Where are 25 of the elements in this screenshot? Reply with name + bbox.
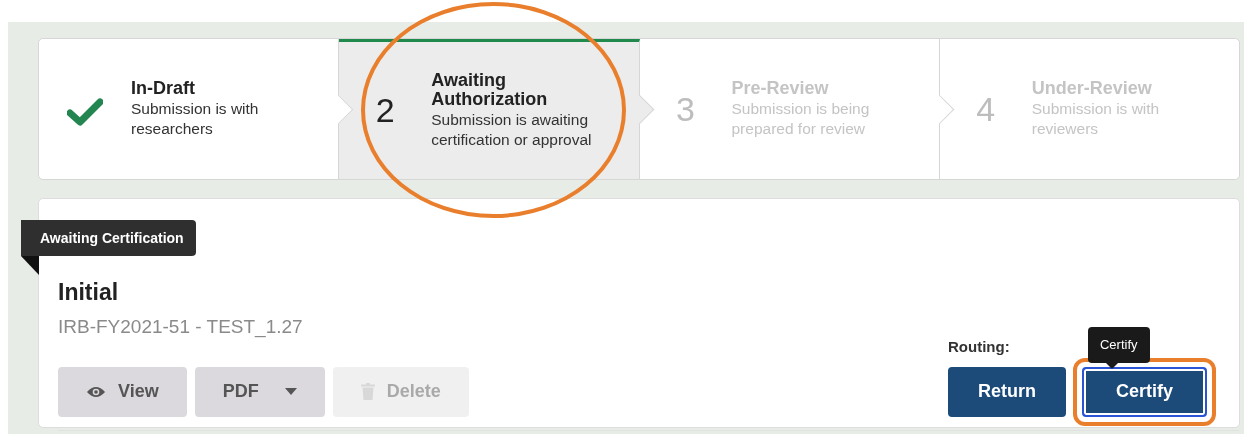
step-title: In-Draft — [131, 78, 196, 99]
trash-icon — [360, 383, 375, 401]
step-description: Submission is awaiting certification or approval — [431, 110, 593, 151]
step-number: 4 — [975, 88, 997, 130]
return-button[interactable]: Return — [948, 366, 1066, 417]
step-title: Pre-Review — [731, 78, 830, 99]
step-description: Submission is with reviewers — [1031, 98, 1161, 139]
routing-label: Routing: — [948, 337, 1010, 358]
submission-id: IRB-FY2021-51 - TEST_1.27 — [58, 314, 304, 340]
checkmark-icon — [67, 97, 103, 126]
tooltip: Certify — [1088, 327, 1150, 363]
eye-icon — [86, 384, 106, 399]
step-title: Under-Review — [1031, 78, 1153, 99]
caret-icon — [284, 388, 297, 396]
step-description: Submission is being prepared for review — [731, 98, 871, 139]
step-number: 3 — [675, 88, 696, 130]
submission-title: Initial — [58, 279, 120, 307]
step-title: Awaiting Authorization — [431, 70, 549, 111]
ribbon-fold — [21, 256, 39, 275]
view-button[interactable]: View — [58, 366, 187, 417]
step-number: 2 — [374, 90, 396, 131]
certify-button[interactable]: Certify — [1082, 366, 1207, 417]
dropdown-button[interactable]: PDF — [194, 366, 325, 417]
step-description: Submission is with researchers — [131, 98, 260, 139]
status-ribbon: Awaiting Certification — [21, 220, 196, 256]
